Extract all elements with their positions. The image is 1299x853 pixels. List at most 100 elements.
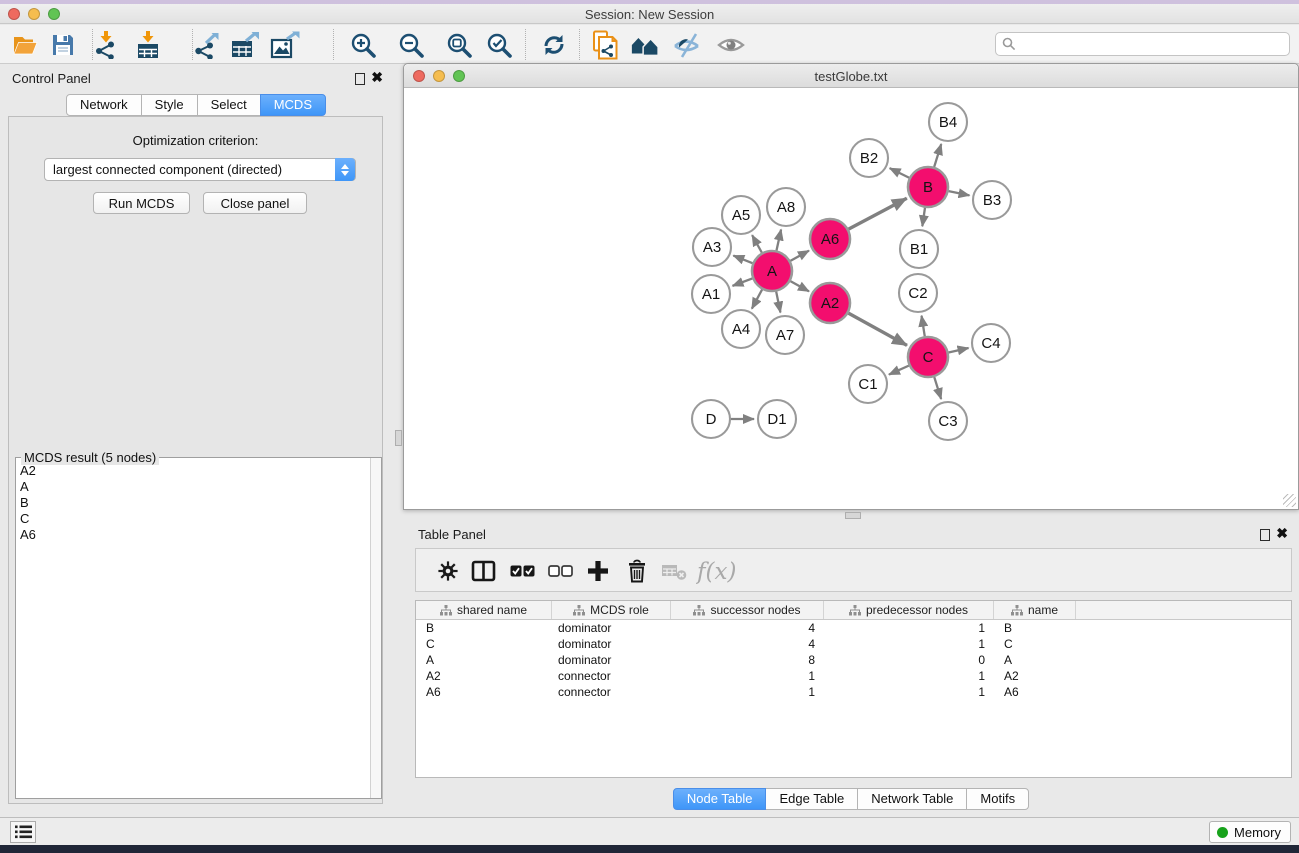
graph-node-B4[interactable]: B4 [929,103,967,141]
mcds-result-item[interactable]: A6 [20,527,370,543]
table-cell[interactable]: A6 [994,684,1076,700]
graph-edge-C-C3[interactable] [934,377,941,399]
zoom-fit-icon[interactable] [444,31,474,59]
table-cell[interactable]: connector [552,684,671,700]
graph-node-A1[interactable]: A1 [692,275,730,313]
graph-edge-A-A2[interactable] [790,281,809,291]
float-table-panel-icon[interactable] [1260,529,1270,541]
import-table-icon[interactable] [133,31,163,59]
column-header-MCDS-role[interactable]: MCDS role [552,601,671,619]
graph-node-C4[interactable]: C4 [972,324,1010,362]
table-cell[interactable]: A [416,652,552,668]
import-network-icon[interactable] [91,31,121,59]
graph-node-A6[interactable]: A6 [810,219,850,259]
float-panel-icon[interactable] [355,73,365,85]
graph-edge-C-C4[interactable] [948,348,968,352]
table-row[interactable]: Bdominator41B [416,620,1291,636]
result-list-scrollbar[interactable] [370,458,381,798]
table-cell[interactable]: 4 [671,636,824,652]
graph-node-B1[interactable]: B1 [900,230,938,268]
graph-node-C2[interactable]: C2 [899,274,937,312]
table-cell[interactable]: B [994,620,1076,636]
mcds-result-item[interactable]: B [20,495,370,511]
table-cell[interactable]: 1 [824,620,994,636]
table-row[interactable]: A2connector11A2 [416,668,1291,684]
window-resize-grip[interactable] [1283,494,1296,507]
select-spinner-icon[interactable] [335,158,355,181]
graph-edge-B-B3[interactable] [949,191,970,195]
tab-network[interactable]: Network [66,94,142,116]
search-input[interactable] [1020,37,1283,52]
table-cell[interactable]: 1 [824,684,994,700]
mcds-result-item[interactable]: A2 [20,463,370,479]
table-row[interactable]: Adominator80A [416,652,1291,668]
column-header-shared-name[interactable]: shared name [416,601,552,619]
table-cell[interactable]: 1 [824,636,994,652]
copy-network-document-icon[interactable] [590,31,620,59]
graph-edge-A-A3[interactable] [733,256,752,264]
table-tab-motifs[interactable]: Motifs [966,788,1029,810]
graph-node-D[interactable]: D [692,400,730,438]
table-cell[interactable]: 1 [671,668,824,684]
network-canvas[interactable]: B4B2BB3A8A5A6A3B1AA1C2A2A4A7C4CC1C3DD1 [404,89,1298,509]
select-all-columns-icon[interactable] [510,558,535,584]
table-settings-gear-icon[interactable] [436,558,460,584]
mcds-result-item[interactable]: A [20,479,370,495]
table-cell[interactable]: dominator [552,620,671,636]
table-cell[interactable]: C [416,636,552,652]
graph-node-C3[interactable]: C3 [929,402,967,440]
add-column-icon[interactable] [586,558,610,584]
table-cell[interactable]: 8 [671,652,824,668]
mcds-result-item[interactable]: C [20,511,370,527]
graph-edge-C-C2[interactable] [922,316,925,337]
table-cell[interactable]: dominator [552,652,671,668]
graph-edge-B-B4[interactable] [934,144,941,167]
graph-edge-A-A5[interactable] [752,235,762,253]
graph-node-A3[interactable]: A3 [693,228,731,266]
table-cell[interactable]: C [994,636,1076,652]
table-cell[interactable]: A [994,652,1076,668]
graph-edge-A-A4[interactable] [752,290,762,309]
criterion-select[interactable]: largest connected component (directed) [44,158,356,181]
table-cell[interactable]: 0 [824,652,994,668]
table-row[interactable]: Cdominator41C [416,636,1291,652]
table-cell[interactable]: dominator [552,636,671,652]
table-tab-network-table[interactable]: Network Table [857,788,967,810]
column-header-successor-nodes[interactable]: successor nodes [671,601,824,619]
graph-edge-B-B2[interactable] [890,168,910,178]
splitpane-handle-horizontal[interactable] [845,512,861,519]
graph-node-A[interactable]: A [752,251,792,291]
export-image-icon[interactable] [270,31,300,59]
close-panel-button[interactable]: Close panel [203,192,307,214]
tab-mcds[interactable]: MCDS [260,94,326,116]
search-box[interactable] [995,32,1290,56]
table-row[interactable]: A6connector11A6 [416,684,1291,700]
split-columns-icon[interactable] [471,558,496,584]
hide-panels-eye-icon[interactable] [672,31,702,59]
task-history-button[interactable] [10,821,36,843]
close-panel-icon[interactable]: ✖ [371,69,383,86]
splitpane-handle-vertical[interactable] [395,430,402,446]
open-session-icon[interactable] [10,31,40,59]
column-header-predecessor-nodes[interactable]: predecessor nodes [824,601,994,619]
graph-node-B2[interactable]: B2 [850,139,888,177]
column-header-name[interactable]: name [994,601,1076,619]
graph-node-B[interactable]: B [908,167,948,207]
graph-edge-C-C1[interactable] [889,366,909,375]
graph-edge-A6-B[interactable] [849,198,907,229]
export-table-icon[interactable] [230,31,260,59]
run-mcds-button[interactable]: Run MCDS [93,192,190,214]
table-cell[interactable]: 4 [671,620,824,636]
home-icon[interactable] [630,31,660,59]
table-tab-edge-table[interactable]: Edge Table [765,788,858,810]
table-cell[interactable]: 1 [824,668,994,684]
graph-node-A2[interactable]: A2 [810,283,850,323]
graph-node-C[interactable]: C [908,337,948,377]
graph-node-A5[interactable]: A5 [722,196,760,234]
show-panels-eye-icon[interactable] [716,31,746,59]
graph-edge-B-B1[interactable] [922,208,925,226]
table-cell[interactable]: 1 [671,684,824,700]
save-session-icon[interactable] [48,31,78,59]
graph-node-B3[interactable]: B3 [973,181,1011,219]
table-cell[interactable]: A2 [994,668,1076,684]
